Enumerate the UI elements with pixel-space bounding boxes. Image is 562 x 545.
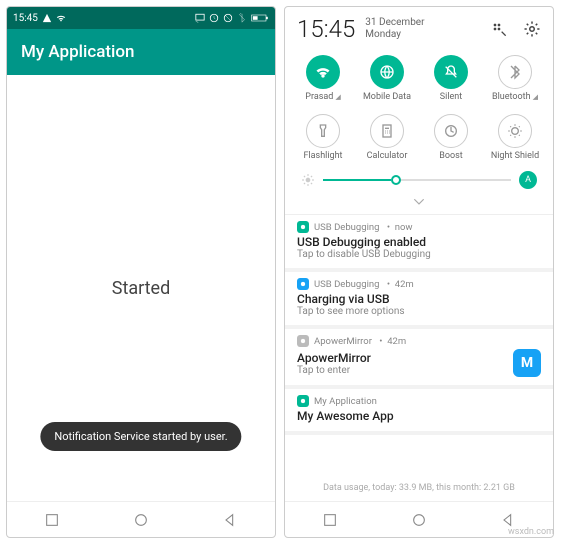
qs-date-day: 31 December bbox=[365, 17, 424, 29]
back-button[interactable] bbox=[500, 512, 516, 528]
cast-icon bbox=[195, 13, 205, 23]
recents-button[interactable] bbox=[322, 512, 338, 528]
qs-grid: Prasad ◢ Mobile Data Silent Bluetooth ◢ … bbox=[285, 47, 553, 165]
notification[interactable]: USB Debugging • 42m Charging via USB Tap… bbox=[285, 272, 553, 329]
notif-subtitle: Tap to see more options bbox=[297, 306, 405, 317]
expand-chevron-icon[interactable] bbox=[285, 191, 553, 214]
notif-app-name: USB Debugging bbox=[314, 279, 379, 290]
notification[interactable]: USB Debugging • now USB Debugging enable… bbox=[285, 215, 553, 272]
qs-tile-label: Silent bbox=[440, 92, 462, 102]
notif-header: My Application bbox=[297, 395, 541, 407]
qs-tile-label: Flashlight bbox=[304, 151, 343, 161]
qs-tile-label: Calculator bbox=[367, 151, 408, 161]
qs-tile-prasad[interactable]: Prasad ◢ bbox=[291, 51, 355, 106]
boost-icon bbox=[434, 114, 468, 148]
toast-text: Notification Service started by user. bbox=[54, 430, 227, 443]
qs-tile-silent[interactable]: Silent bbox=[419, 51, 483, 106]
notification[interactable]: My Application My Awesome App bbox=[285, 389, 553, 435]
silent-icon bbox=[223, 13, 233, 23]
notif-title: Charging via USB bbox=[297, 292, 405, 306]
nav-bar bbox=[7, 501, 275, 537]
notif-app-name: My Application bbox=[314, 396, 377, 407]
data-usage-text: Data usage, today: 33.9 MB, this month: … bbox=[285, 463, 553, 501]
app-bar: My Application bbox=[7, 29, 275, 75]
brightness-row: A bbox=[285, 165, 553, 191]
watermark: wsxdn.com bbox=[508, 527, 554, 537]
notif-header: ApowerMirror • 42m bbox=[297, 335, 541, 347]
bell-off-icon bbox=[434, 55, 468, 89]
notif-title: USB Debugging enabled bbox=[297, 235, 431, 249]
notif-subtitle: Tap to enter bbox=[297, 365, 371, 376]
qs-tile-label: Bluetooth ◢ bbox=[492, 92, 538, 102]
qs-date-weekday: Monday bbox=[365, 29, 424, 41]
notif-app-name: ApowerMirror bbox=[314, 336, 372, 347]
notif-app-icon bbox=[297, 221, 309, 233]
auto-brightness-toggle[interactable]: A bbox=[519, 171, 537, 189]
qs-tile-boost[interactable]: Boost bbox=[419, 110, 483, 165]
gear-icon[interactable] bbox=[523, 20, 541, 38]
qs-tile-label: Night Shield bbox=[491, 151, 539, 161]
phone-right: 15:45 31 December Monday Prasad ◢ Mobile… bbox=[284, 6, 554, 538]
center-text: Started bbox=[112, 278, 171, 299]
phone-left: 15:45 My Application Started Notificatio… bbox=[6, 6, 276, 538]
qs-tile-calculator[interactable]: Calculator bbox=[355, 110, 419, 165]
qs-tile-label: Prasad ◢ bbox=[305, 92, 340, 102]
calculator-icon bbox=[370, 114, 404, 148]
signal-icon bbox=[42, 13, 52, 23]
qs-tile-label: Boost bbox=[439, 151, 462, 161]
grid-edit-icon[interactable] bbox=[491, 21, 507, 37]
notif-subtitle: Tap to disable USB Debugging bbox=[297, 249, 431, 260]
notif-header: USB Debugging • 42m bbox=[297, 278, 541, 290]
bluetooth-icon bbox=[498, 55, 532, 89]
bt-icon bbox=[237, 13, 247, 23]
app-content: Started Notification Service started by … bbox=[7, 75, 275, 501]
notification[interactable]: ApowerMirror • 42m ApowerMirror Tap to e… bbox=[285, 329, 553, 389]
back-button[interactable] bbox=[222, 512, 238, 528]
notif-header: USB Debugging • now bbox=[297, 221, 541, 233]
app-title: My Application bbox=[21, 42, 134, 62]
notification-list: USB Debugging • now USB Debugging enable… bbox=[285, 214, 553, 435]
home-button[interactable] bbox=[133, 512, 149, 528]
brightness-slider[interactable] bbox=[323, 179, 511, 181]
notif-app-icon bbox=[297, 335, 309, 347]
brightness-icon bbox=[301, 173, 315, 187]
notif-app-icon bbox=[297, 395, 309, 407]
qs-tile-flashlight[interactable]: Flashlight bbox=[291, 110, 355, 165]
qs-date: 31 December Monday bbox=[365, 17, 424, 41]
clock-icon bbox=[209, 13, 219, 23]
status-time: 15:45 bbox=[13, 13, 38, 24]
apowermirror-icon: M bbox=[513, 349, 541, 377]
notif-app-icon bbox=[297, 278, 309, 290]
qs-tile-label: Mobile Data bbox=[363, 92, 411, 102]
battery-icon bbox=[251, 13, 269, 23]
wifi-icon bbox=[306, 55, 340, 89]
qs-tile-night-shield[interactable]: Night Shield bbox=[483, 110, 547, 165]
toast: Notification Service started by user. bbox=[40, 422, 241, 451]
qs-header: 15:45 31 December Monday bbox=[285, 7, 553, 47]
notif-title: My Awesome App bbox=[297, 409, 394, 423]
globe-icon bbox=[370, 55, 404, 89]
home-button[interactable] bbox=[411, 512, 427, 528]
night-icon bbox=[498, 114, 532, 148]
qs-tile-bluetooth[interactable]: Bluetooth ◢ bbox=[483, 51, 547, 106]
recents-button[interactable] bbox=[44, 512, 60, 528]
qs-tile-mobile-data[interactable]: Mobile Data bbox=[355, 51, 419, 106]
qs-time: 15:45 bbox=[297, 15, 355, 43]
notif-title: ApowerMirror bbox=[297, 351, 371, 365]
notif-app-name: USB Debugging bbox=[314, 222, 379, 233]
wifi-icon bbox=[56, 13, 66, 23]
flashlight-icon bbox=[306, 114, 340, 148]
status-bar: 15:45 bbox=[7, 7, 275, 29]
